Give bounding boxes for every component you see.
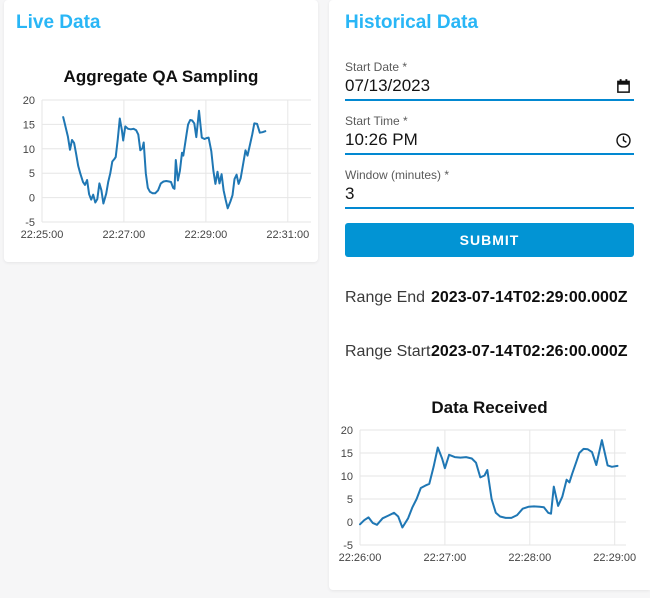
start-time-input[interactable]: 10:26 PM xyxy=(345,130,418,150)
start-date-label: Start Date * xyxy=(345,60,408,74)
live-data-heading: Live Data xyxy=(16,12,101,33)
svg-text:22:29:00: 22:29:00 xyxy=(184,229,227,241)
svg-text:22:26:00: 22:26:00 xyxy=(339,552,382,564)
historical-data-panel: Historical Data Start Date * 07/13/2023 xyxy=(329,0,650,590)
live-chart-title: Aggregate QA Sampling xyxy=(63,67,259,86)
window-minutes-input[interactable]: 3 xyxy=(345,184,354,204)
live-data-panel: Live Data Aggregate QA Sampling 20 15 10 5 0… xyxy=(4,0,318,262)
svg-text:22:28:00: 22:28:00 xyxy=(508,552,551,564)
svg-text:22:27:00: 22:27:00 xyxy=(423,552,466,564)
svg-text:-5: -5 xyxy=(25,217,35,229)
live-chart[interactable]: 20 15 10 5 0 -522:25:00 22:27:00 22:29:00 22:31:… xyxy=(6,92,314,242)
svg-text:10: 10 xyxy=(23,144,35,156)
svg-text:15: 15 xyxy=(341,448,353,460)
calendar-icon[interactable] xyxy=(615,78,632,95)
range-end-label: Range End xyxy=(345,289,426,306)
submit-button[interactable]: SUBMIT xyxy=(345,223,634,257)
range-start-label: Range Start xyxy=(345,343,431,360)
range-end-row: Range End 2023-07-14T02:29:00.000Z xyxy=(345,289,634,307)
svg-text:20: 20 xyxy=(23,95,35,107)
window-minutes-label: Window (minutes) * xyxy=(345,168,450,182)
start-date-field[interactable]: Start Date * 07/13/2023 xyxy=(345,52,634,101)
historical-chart-title: Data Received xyxy=(431,398,548,417)
range-start-value: 2023-07-14T02:26:00.000Z xyxy=(431,343,628,360)
historical-data-heading: Historical Data xyxy=(345,12,479,33)
svg-text:0: 0 xyxy=(347,517,353,529)
historical-form: Start Date * 07/13/2023 Start Time * 10:… xyxy=(329,52,650,257)
svg-text:-5: -5 xyxy=(343,540,353,552)
start-time-label: Start Time * xyxy=(345,114,408,128)
svg-text:10: 10 xyxy=(341,471,353,483)
svg-text:5: 5 xyxy=(29,168,35,180)
svg-text:22:25:00: 22:25:00 xyxy=(21,229,64,241)
window-minutes-field[interactable]: Window (minutes) * 3 xyxy=(345,160,634,209)
svg-text:5: 5 xyxy=(347,494,353,506)
historical-chart[interactable]: 20 15 10 5 0 -522:26:00 22:27:00 22:28:00 22:29:… xyxy=(335,422,648,567)
svg-text:22:27:00: 22:27:00 xyxy=(102,229,145,241)
svg-text:15: 15 xyxy=(23,119,35,131)
clock-icon[interactable] xyxy=(615,132,632,149)
svg-text:22:31:00: 22:31:00 xyxy=(266,229,309,241)
svg-text:22:29:00: 22:29:00 xyxy=(593,552,636,564)
start-time-field[interactable]: Start Time * 10:26 PM xyxy=(345,106,634,155)
start-date-input[interactable]: 07/13/2023 xyxy=(345,76,430,96)
svg-text:20: 20 xyxy=(341,425,353,437)
range-start-row: Range Start 2023-07-14T02:26:00.000Z xyxy=(345,343,634,361)
range-end-value: 2023-07-14T02:29:00.000Z xyxy=(431,289,628,306)
svg-text:0: 0 xyxy=(29,193,35,205)
